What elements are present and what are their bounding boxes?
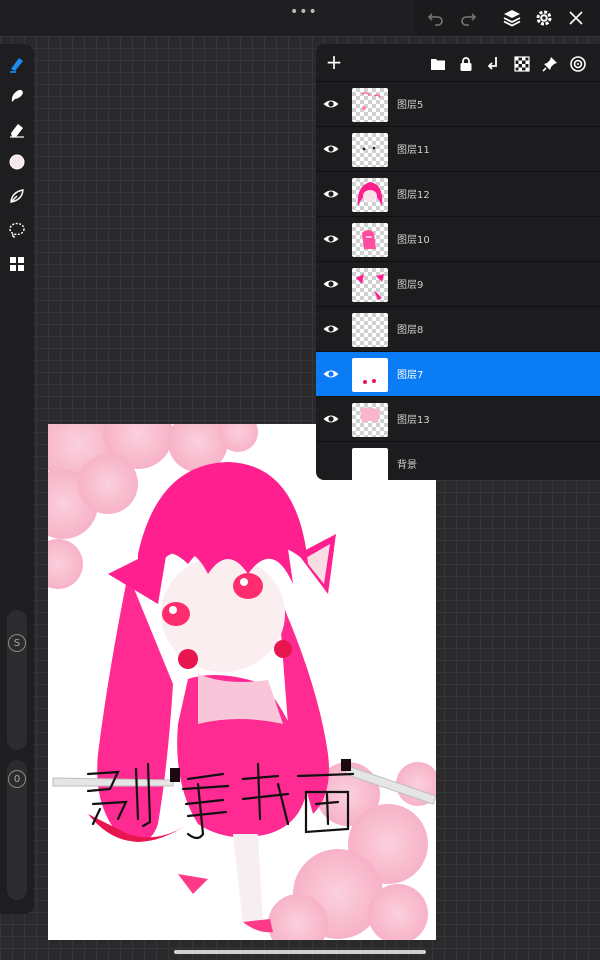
brush-icon[interactable] [5, 52, 29, 76]
brush-size-knob[interactable]: S [8, 634, 26, 652]
redo-icon[interactable] [456, 6, 480, 30]
layer-thumbnail [352, 358, 388, 392]
layer-thumbnail [352, 313, 388, 347]
visibility-eye-icon[interactable] [322, 365, 340, 383]
layers-icon[interactable] [500, 6, 524, 30]
folder-icon[interactable] [428, 54, 448, 74]
home-indicator [174, 950, 426, 954]
layer-thumbnail [352, 223, 388, 257]
visibility-eye-icon[interactable] [322, 320, 340, 338]
layer-name: 图层12 [397, 190, 430, 201]
brush-opacity-slider[interactable]: 0 [7, 760, 27, 900]
lasso-icon[interactable] [5, 218, 29, 242]
merge-down-icon[interactable] [484, 54, 504, 74]
brush-size-slider[interactable]: S [7, 610, 27, 750]
color-swatch[interactable] [5, 150, 29, 174]
layer-thumbnail [352, 403, 388, 437]
layer-thumbnail [352, 448, 388, 482]
artwork-illustration [48, 424, 436, 940]
left-sidebar: S 0 [0, 44, 34, 914]
layer-thumbnail [352, 88, 388, 122]
menu-dots[interactable]: ••• [290, 4, 318, 20]
layer-name: 背景 [397, 460, 417, 471]
visibility-eye-icon[interactable] [322, 95, 340, 113]
brush-opacity-knob[interactable]: 0 [8, 770, 26, 788]
layer-row[interactable]: 图层10 [316, 216, 600, 261]
smudge-icon[interactable] [5, 84, 29, 108]
layers-panel: + 图层5 图层11 图层12 图层10 图层9 图层8 图层7 图层13 背景 [316, 44, 600, 482]
layer-row[interactable]: 图层9 [316, 261, 600, 306]
lock-icon[interactable] [456, 54, 476, 74]
pin-icon[interactable] [540, 54, 560, 74]
layer-row[interactable]: 背景 [316, 441, 600, 486]
layer-name: 图层10 [397, 235, 430, 246]
layer-row[interactable]: 图层11 [316, 126, 600, 171]
layer-row[interactable]: 图层8 [316, 306, 600, 351]
visibility-eye-icon[interactable] [322, 230, 340, 248]
eraser-icon[interactable] [5, 118, 29, 142]
layer-thumbnail [352, 268, 388, 302]
visibility-eye-icon[interactable] [322, 275, 340, 293]
target-icon[interactable] [568, 54, 588, 74]
selection-icon[interactable] [5, 184, 29, 208]
drawing-canvas[interactable] [48, 424, 436, 940]
top-toolbar: ••• [0, 0, 600, 36]
settings-icon[interactable] [532, 6, 556, 30]
layer-name: 图层11 [397, 145, 430, 156]
layer-name: 图层13 [397, 415, 430, 426]
top-right-toolbar [414, 0, 600, 36]
layer-row[interactable]: 图层13 [316, 396, 600, 441]
visibility-eye-icon[interactable] [322, 185, 340, 203]
layer-row[interactable]: 图层12 [316, 171, 600, 216]
checker-icon[interactable] [512, 54, 532, 74]
gallery-icon[interactable] [5, 252, 29, 276]
layer-thumbnail [352, 133, 388, 167]
layers-toolbar: + [316, 44, 600, 84]
close-icon[interactable] [564, 6, 588, 30]
layer-name: 图层5 [397, 100, 424, 111]
undo-icon[interactable] [424, 6, 448, 30]
visibility-eye-icon[interactable] [322, 410, 340, 428]
layer-row-selected[interactable]: 图层7 [316, 351, 600, 396]
layer-name: 图层8 [397, 325, 424, 336]
add-layer-icon[interactable]: + [324, 50, 344, 74]
layer-name: 图层9 [397, 280, 424, 291]
visibility-eye-icon[interactable] [322, 140, 340, 158]
layer-name: 图层7 [397, 370, 424, 381]
layer-thumbnail [352, 178, 388, 212]
layer-row[interactable]: 图层5 [316, 81, 600, 126]
